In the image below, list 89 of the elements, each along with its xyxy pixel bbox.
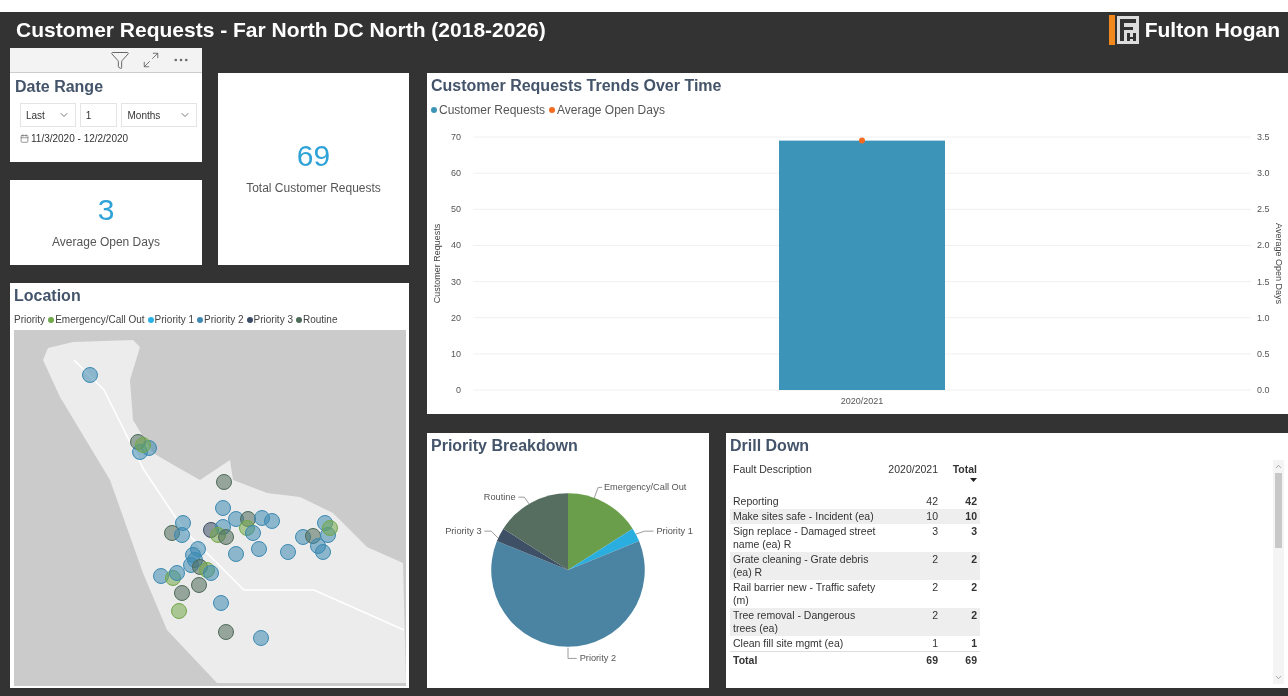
dropdown[interactable]: Last	[20, 103, 76, 127]
table-cell-text: 2	[931, 608, 939, 623]
card-title: Date Range	[15, 77, 105, 97]
filter-icon[interactable]	[110, 50, 130, 70]
table-cell-text: 2	[970, 608, 978, 623]
card-title: Customer Requests Trends Over Time	[431, 76, 723, 96]
scrollbar[interactable]	[1273, 460, 1284, 684]
table-cell-text: 1	[931, 636, 939, 651]
column-header[interactable]: Fault Description	[730, 462, 880, 494]
leader-line	[593, 486, 603, 499]
axis-tick-label: 40	[451, 240, 461, 251]
input-field[interactable]: 1	[79, 103, 118, 127]
table-cell-text: 42	[925, 494, 939, 509]
axis-tick-label: 0	[456, 385, 461, 395]
calendar-icon	[20, 134, 29, 143]
table-cell-text: Grate cleaning - Grate debris (ea) R	[732, 552, 870, 580]
axis-tick-label: 50	[451, 204, 461, 215]
axis-tick-label: 0.0	[1257, 385, 1270, 395]
axis-tick-label: 2020/2021	[840, 396, 884, 406]
axis-tick-label: 60	[451, 168, 461, 179]
legend-label: Average Open Days	[557, 102, 665, 119]
kpi-label: Average Open Days	[52, 233, 160, 251]
axis-tick-label: 70	[451, 132, 461, 142]
legend-label: Priority 2	[204, 313, 244, 327]
logo-text: Fulton Hogan	[1144, 17, 1280, 44]
scroll-up-icon[interactable]	[1274, 462, 1283, 471]
axis-tick-label: 3.5	[1257, 132, 1270, 142]
legend-label: Emergency/Call Out	[55, 313, 145, 327]
slice-label: Emergency/Call Out	[603, 482, 687, 493]
axis-tick-label: 0.5	[1257, 348, 1270, 359]
scroll-down-icon[interactable]	[1274, 673, 1283, 682]
table-cell-text: 3	[970, 524, 978, 539]
legend-title: Priority	[14, 313, 46, 327]
axis-tick-label: 20	[451, 312, 461, 323]
slice-label: Priority 2	[579, 653, 617, 664]
slice-label: Priority 3	[445, 526, 482, 537]
leader-line	[635, 530, 654, 535]
table-cell-text: Total	[732, 653, 759, 668]
axis-tick-label: 1.5	[1257, 276, 1270, 287]
table-cell-text: 1	[970, 636, 978, 651]
axis-tick-label: 30	[451, 276, 461, 287]
table-cell-text: Tree removal - Dangerous trees (ea)	[732, 608, 857, 636]
column-header[interactable]: Total	[942, 462, 980, 494]
table-cell-text: 42	[964, 494, 978, 509]
leader-line	[567, 647, 578, 659]
axis-tick-label: 10	[451, 348, 461, 359]
table-cell-text: 2	[970, 580, 978, 595]
dropdown[interactable]: Months	[121, 103, 197, 127]
leader-line	[517, 496, 530, 505]
kpi-value: 69	[296, 141, 331, 171]
axis-tick-label: 3.0	[1257, 168, 1270, 179]
table-cell-text: Rail barrier new - Traffic safety (m)	[732, 580, 877, 608]
table-cell-text: Sign replace - Damaged street name (ea) R	[732, 524, 877, 552]
table-cell-text: 69	[964, 653, 978, 668]
kpi-label: Total Customer Requests	[246, 180, 381, 197]
legend-label: Priority 3	[253, 313, 293, 327]
column-header[interactable]: 2020/2021	[880, 462, 942, 494]
table-cell-text: 2	[931, 552, 939, 567]
dashboard-title: Customer Requests - Far North DC North (2018-2026)	[16, 17, 546, 44]
table-cell-text: Make sites safe - Incident (ea)	[732, 509, 875, 524]
card-title: Drill Down	[730, 436, 811, 456]
slice-label: Priority 1	[656, 526, 693, 537]
table-cell-text: 10	[964, 509, 978, 524]
table-cell-text: 2	[931, 580, 939, 595]
axis-tick-label: 2.0	[1257, 240, 1270, 251]
legend-label: Priority 1	[154, 313, 195, 327]
axis-tick-label: 2.5	[1257, 204, 1270, 215]
table-cell-text: 2	[970, 552, 978, 567]
table-cell-text: Clean fill site mgmt (ea)	[732, 636, 845, 651]
slice-label: Routine	[483, 492, 516, 503]
sort-descending-icon	[970, 477, 977, 482]
table-cell-text: Reporting	[732, 494, 780, 509]
card-title: Priority Breakdown	[431, 436, 579, 456]
axis-tick-label: 1.0	[1257, 312, 1270, 323]
axis-title: Customer Requests	[432, 223, 442, 304]
legend-label: Routine	[302, 313, 338, 327]
table-cell-text: 3	[931, 524, 939, 539]
date-range-text: 11/3/2020 - 12/2/2020	[31, 132, 129, 146]
leader-line	[483, 530, 499, 539]
table-cell-text: 69	[925, 653, 939, 668]
legend-label: Customer Requests	[439, 102, 546, 119]
expand-icon[interactable]	[142, 51, 160, 69]
card-title: Location	[14, 286, 82, 306]
data-point	[859, 137, 865, 144]
kpi-value: 3	[97, 194, 115, 225]
scroll-thumb[interactable]	[1275, 473, 1282, 548]
logo-icon	[1108, 15, 1141, 45]
axis-title: Average Open Days	[1274, 223, 1284, 304]
table-cell-text: 10	[925, 509, 939, 524]
